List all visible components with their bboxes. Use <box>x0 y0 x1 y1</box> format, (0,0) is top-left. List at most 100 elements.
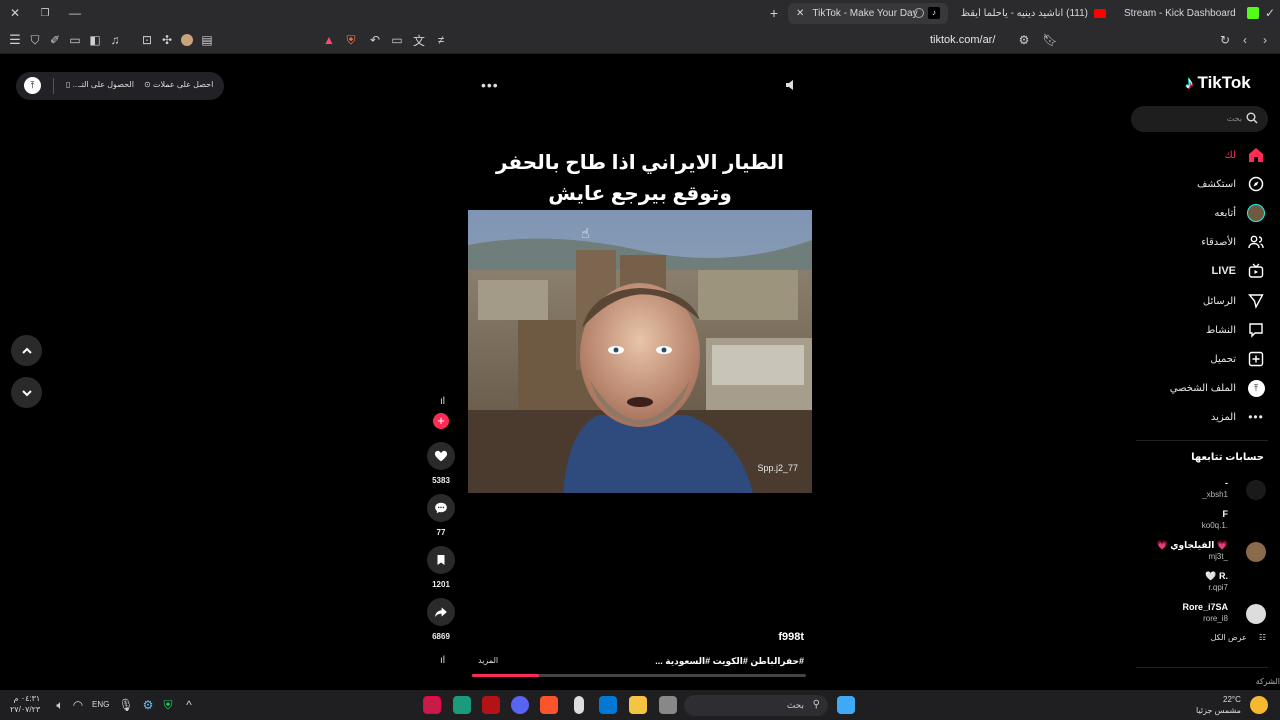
back-icon[interactable]: ‹ <box>1237 32 1253 48</box>
reload-icon[interactable]: ↻ <box>1217 32 1233 48</box>
get-app-button[interactable]: الحصول على التـ... ▯ <box>66 80 134 89</box>
bookmark-icon[interactable]: 🔖︎ <box>1042 32 1058 48</box>
avatar <box>1246 480 1266 500</box>
weather-widget[interactable]: 22°C مشمس جزئيا <box>1196 694 1241 716</box>
sidebar-item-avatar[interactable]: أتابعه <box>1214 201 1266 225</box>
sidebar-item-live[interactable]: LIVE <box>1212 259 1266 283</box>
company-link[interactable]: الشركة <box>1256 677 1280 686</box>
brave-rewards-icon[interactable]: ▲ <box>321 32 337 48</box>
save-action[interactable]: 1201 <box>427 546 455 589</box>
news-app-icon[interactable] <box>482 696 500 714</box>
see-all-button[interactable]: ☷ عرض الكل <box>1211 633 1266 642</box>
tiktok-logo[interactable]: ♪ TikTok <box>1185 73 1251 93</box>
sidebar-item-activity[interactable]: النشاط <box>1206 318 1266 342</box>
next-video-button[interactable] <box>11 377 42 408</box>
tab-youtube[interactable]: (111) اناشيد دينيه - ياحلماً أيقظ اشواقي <box>958 3 1108 24</box>
app-icon[interactable] <box>453 696 471 714</box>
share-action[interactable]: 6869 <box>427 598 455 641</box>
send-icon <box>1246 291 1266 311</box>
sidebar-item-compass[interactable]: استكشف <box>1197 172 1266 196</box>
microphone-icon[interactable]: 🎙︎ <box>118 697 134 713</box>
store-icon[interactable] <box>599 696 617 714</box>
brave-shields-icon[interactable]: ⛨ <box>343 32 359 48</box>
search-input[interactable]: بحث <box>1131 106 1268 132</box>
sidebar-item-upload[interactable]: تحميل <box>1210 347 1266 371</box>
restore-window-icon[interactable]: ❐ <box>37 5 53 21</box>
new-tab-icon[interactable]: + <box>766 5 782 21</box>
tabs-icon[interactable]: ▭ <box>67 32 83 48</box>
comment-action[interactable]: 77 <box>427 494 455 537</box>
extensions-icon[interactable]: ✣ <box>159 32 175 48</box>
tab-search-icon[interactable]: ✓ <box>1262 5 1278 21</box>
task-view-icon[interactable] <box>659 696 677 714</box>
search-icon[interactable] <box>1246 112 1258 124</box>
tab-title: Stream - Kick Dashboard <box>1124 8 1236 19</box>
previous-video-button[interactable] <box>11 335 42 366</box>
music-icon[interactable]: ♫ <box>107 32 123 48</box>
share-icon[interactable] <box>427 598 455 626</box>
folder-icon[interactable] <box>629 696 647 714</box>
following-item[interactable]: Fko0q.1. <box>1146 507 1266 535</box>
cast-icon[interactable]: ▭ <box>389 32 405 48</box>
video-progress-bar[interactable] <box>472 674 806 677</box>
chevron-up-icon[interactable]: ^ <box>181 697 197 713</box>
get-coins-button[interactable]: احصل على عملات ⊙ <box>144 80 213 89</box>
video-author[interactable]: f998t <box>700 631 804 643</box>
brave-icon[interactable] <box>540 696 558 714</box>
tab-tiktok[interactable]: ✕ TikTok - Make Your Day ♪ <box>788 3 948 24</box>
like-action[interactable]: 5383 <box>427 442 455 485</box>
tab-kick[interactable]: Stream - Kick Dashboard <box>1124 3 1236 24</box>
more-button[interactable]: المزيد <box>478 656 498 665</box>
windows-start-icon[interactable] <box>837 696 855 714</box>
undo-icon[interactable]: ↶ <box>367 32 383 48</box>
sidebar-item-more[interactable]: ••• المزيد <box>1211 405 1266 429</box>
discord-icon[interactable] <box>511 696 529 714</box>
close-window-icon[interactable]: ✕ <box>7 5 23 21</box>
screenshot-icon[interactable]: ⊡ <box>139 32 155 48</box>
taskbar-search[interactable]: ⚲ بحث <box>684 695 828 716</box>
heart-icon[interactable] <box>427 442 455 470</box>
speaker-icon[interactable]: 🔈︎ <box>52 697 68 713</box>
more-options-icon[interactable]: ••• <box>481 77 499 93</box>
mouse-app-icon[interactable] <box>574 696 584 714</box>
language-indicator[interactable]: ENG <box>92 700 109 709</box>
translate-icon[interactable]: 文 <box>411 32 427 48</box>
sidebar-item-profile[interactable]: ⤒ الملف الشخصي <box>1170 376 1266 400</box>
profile-icon[interactable]: ⤒ <box>24 77 41 94</box>
sidebar-icon[interactable]: ◧ <box>87 32 103 48</box>
get-coins-bar: ⤒ الحصول على التـ... ▯ احصل على عملات ⊙ <box>16 72 224 100</box>
security-icon[interactable]: ⛨ <box>160 697 176 713</box>
search-placeholder: بحث <box>1226 114 1242 123</box>
clock[interactable]: ٠٤:٣١ م ٢٧/٠٧/٢٣ <box>10 693 40 715</box>
menu-icon[interactable]: ☰ <box>7 32 23 48</box>
wifi-icon[interactable]: ◠ <box>70 697 86 713</box>
steam-icon[interactable]: ⚙ <box>140 697 156 713</box>
bookmark-manager-icon[interactable]: ✐ <box>47 32 63 48</box>
following-item[interactable]: - _xbsh1 <box>1146 476 1266 504</box>
epic-games-icon[interactable] <box>423 696 441 714</box>
close-tab-icon[interactable]: ✕ <box>796 8 804 19</box>
sidebar-item-label: الملف الشخصي <box>1169 382 1236 394</box>
comment-icon[interactable] <box>427 494 455 522</box>
sidebar-item-label: الأصدقاء <box>1201 236 1236 248</box>
video-player[interactable]: Spp.j2_77 ☝ <box>468 210 812 493</box>
bookmark-icon[interactable] <box>427 546 455 574</box>
sidebar-item-send[interactable]: الرسائل <box>1203 289 1266 313</box>
profile-avatar-icon[interactable] <box>179 32 195 48</box>
forward-icon[interactable]: › <box>1257 32 1273 48</box>
sidebar-item-friends[interactable]: الأصدقاء <box>1201 230 1266 254</box>
video-hashtags[interactable]: #حفرالباطن #الكويت #السعودية ... <box>560 656 804 667</box>
following-item[interactable]: 🤍 R. r.qpi7 <box>1146 569 1266 597</box>
reader-icon[interactable]: ≠ <box>433 32 449 48</box>
address-bar[interactable]: tiktok.com/ar/ <box>930 34 995 46</box>
sidebar-item-home[interactable]: لك <box>1225 143 1266 167</box>
shield-icon[interactable]: ⛉ <box>27 32 43 48</box>
tab-title: TikTok - Make Your Day <box>812 8 918 19</box>
site-settings-icon[interactable]: ⚙ <box>1016 32 1032 48</box>
follow-plus-icon[interactable]: + <box>433 413 449 429</box>
volume-icon[interactable] <box>785 79 797 91</box>
wallet-icon[interactable]: ▤ <box>199 32 215 48</box>
following-item[interactable]: 💗 الفيلجاوي 💗 mj3t_ <box>1146 538 1266 566</box>
minimize-window-icon[interactable]: — <box>67 5 83 21</box>
following-item[interactable]: Rore_i7SA rore_i8 <box>1146 600 1266 628</box>
